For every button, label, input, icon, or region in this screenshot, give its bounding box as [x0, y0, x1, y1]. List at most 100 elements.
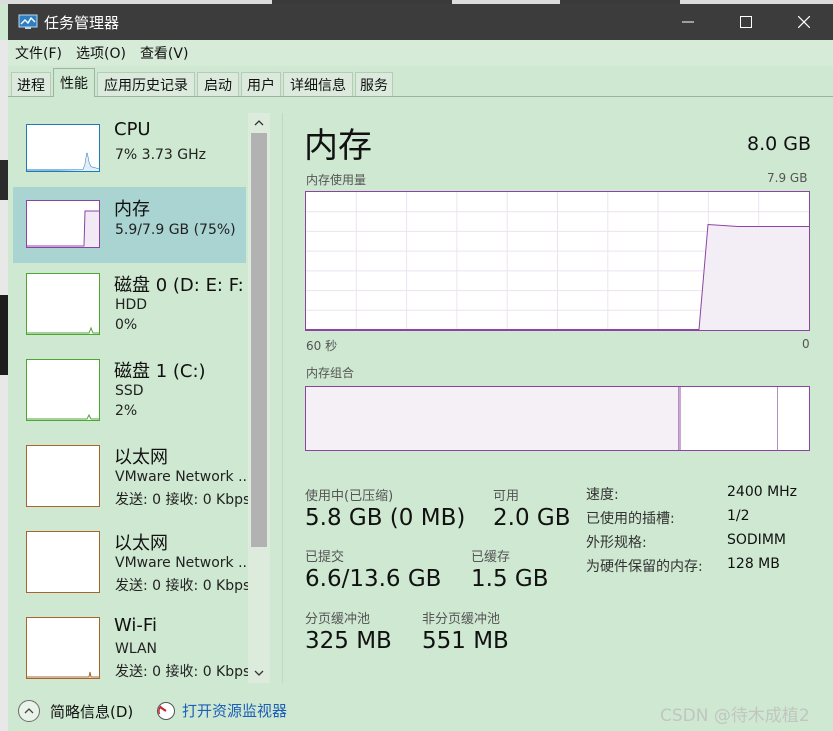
sidebar-item-detail: WLAN [115, 641, 158, 657]
desktop-fragment [0, 160, 8, 200]
memory-thumbnail [26, 200, 100, 248]
sidebar-item-detail: 7% 3.73 GHz [115, 147, 207, 163]
page-title: 内存 [304, 126, 372, 166]
sidebar-item-detail: 0% [115, 317, 138, 333]
composition-label: 内存组合 [306, 366, 355, 380]
menu-bar: 文件(F) 选项(O) 查看(V) [8, 40, 833, 66]
menu-view[interactable]: 查看(V) [133, 43, 196, 63]
nonpaged-pool-label: 非分页缓冲池 [422, 612, 501, 627]
menu-file[interactable]: 文件(F) [8, 43, 69, 63]
tab-services[interactable]: 服务 [355, 72, 393, 96]
disk-0-thumbnail [26, 273, 100, 335]
sidebar-item-disk-1[interactable]: 磁盘 1 (C:) SSD 2% [13, 349, 246, 425]
sidebar-item-detail: 发送: 0 接收: 0 Kbps [115, 492, 249, 508]
chevron-down-icon [254, 670, 264, 676]
close-icon [798, 16, 810, 28]
sidebar-item-title: 磁盘 0 (D: E: F: [114, 275, 244, 296]
maximize-icon [740, 16, 752, 28]
spec-speed-value: 2400 MHz [727, 484, 798, 500]
sidebar-item-cpu[interactable]: CPU 7% 3.73 GHz [13, 111, 246, 187]
sidebar-scrollbar[interactable] [248, 113, 270, 683]
window-title: 任务管理器 [44, 13, 120, 32]
footer-bar: 简略信息(D) 打开资源监视器 CSDN @待木成植2 [8, 696, 833, 731]
sidebar-item-ethernet[interactable]: 以太网 VMware Network ... 发送: 0 接收: 0 Kbps [13, 435, 249, 511]
spec-speed-label: 速度: [586, 487, 619, 503]
composition-in-use [306, 387, 679, 450]
resource-monitor-icon [157, 701, 175, 720]
sidebar-item-title: 内存 [114, 199, 150, 220]
menu-options[interactable]: 选项(O) [69, 43, 133, 63]
tab-details[interactable]: 详细信息 [283, 72, 353, 96]
time-axis-left: 60 秒 [306, 339, 338, 353]
watermark: CSDN @待木成植2 [660, 706, 810, 726]
fewer-details-label: 简略信息(D) [50, 702, 134, 721]
fewer-details-button[interactable]: 简略信息(D) [18, 700, 133, 722]
open-resource-monitor-label: 打开资源监视器 [182, 702, 288, 720]
committed-label: 已提交 [305, 550, 345, 565]
usage-area [699, 224, 809, 330]
tab-performance[interactable]: 性能 [53, 68, 95, 97]
scroll-down-button[interactable] [248, 663, 270, 683]
sidebar-item-wifi[interactable]: Wi-Fi WLAN 发送: 0 接收: 0 Kbps [13, 607, 249, 683]
scroll-up-button[interactable] [248, 113, 270, 133]
sidebar-item-detail: SSD [115, 383, 144, 399]
sidebar-item-title: 磁盘 1 (C:) [114, 361, 206, 382]
open-resource-monitor-link[interactable]: 打开资源监视器 [156, 700, 287, 721]
available-label: 可用 [493, 489, 520, 504]
tab-users[interactable]: 用户 [241, 72, 281, 96]
sidebar-item-title: Wi-Fi [114, 615, 157, 636]
sidebar-item-detail: VMware Network ... [115, 469, 249, 485]
available-value: 2.0 GB [493, 505, 571, 531]
sidebar-item-memory[interactable]: 内存 5.9/7.9 GB (75%) [13, 187, 246, 263]
time-axis-right: 0 [802, 337, 810, 351]
desktop-fragment [0, 295, 8, 375]
resource-list-viewport: CPU 7% 3.73 GHz 内存 5.9/7.9 GB (75%) 磁盘 0… [8, 111, 249, 683]
minimize-button[interactable] [659, 4, 717, 40]
sidebar-item-detail: HDD [115, 297, 148, 313]
spec-reserved-value: 128 MB [727, 556, 780, 572]
in-use-value: 5.8 GB (0 MB) [305, 505, 466, 531]
nonpaged-pool-value: 551 MB [422, 628, 509, 654]
maximize-button[interactable] [717, 4, 775, 40]
minimize-icon [682, 21, 694, 23]
close-button[interactable] [775, 4, 833, 40]
sidebar-item-ethernet[interactable]: 以太网 VMware Network ... 发送: 0 接收: 0 Kbps [13, 521, 249, 597]
usage-graph-max: 7.9 GB [767, 171, 808, 185]
sidebar-item-detail: VMware Network ... [115, 555, 249, 571]
disk-1-thumbnail [26, 359, 100, 421]
sidebar-item-title: CPU [114, 119, 151, 140]
sidebar-item-detail: 发送: 0 接收: 0 Kbps [115, 578, 249, 594]
memory-usage-graph [305, 191, 810, 331]
sidebar-item-title: 以太网 [114, 533, 168, 554]
spec-slots-value: 1/2 [727, 508, 750, 524]
chevron-up-circle-icon [18, 700, 40, 722]
cached-value: 1.5 GB [471, 566, 549, 592]
tab-startup[interactable]: 启动 [197, 72, 239, 96]
memory-usage-chart [306, 192, 809, 330]
chevron-up-icon [254, 120, 264, 126]
title-bar: 任务管理器 [8, 4, 833, 40]
cpu-thumbnail [26, 124, 100, 172]
cached-label: 已缓存 [471, 550, 511, 565]
tab-bar: 进程 性能 应用历史记录 启动 用户 详细信息 服务 [8, 66, 833, 97]
paged-pool-label: 分页缓冲池 [305, 612, 371, 627]
desktop-left-sliver [0, 40, 8, 731]
committed-value: 6.6/13.6 GB [305, 566, 442, 592]
scroll-thumb[interactable] [251, 133, 267, 547]
tab-processes[interactable]: 进程 [11, 72, 51, 96]
ethernet-thumbnail [26, 531, 100, 593]
panel-divider [282, 113, 283, 683]
sidebar-item-disk-0[interactable]: 磁盘 0 (D: E: F: HDD 0% [13, 263, 246, 339]
composition-modified [679, 387, 681, 450]
task-manager-icon [18, 14, 38, 29]
wifi-thumbnail [26, 617, 100, 679]
in-use-label: 使用中(已压缩) [305, 489, 394, 504]
spec-form-factor-value: SODIMM [727, 532, 786, 548]
sidebar-item-detail: 发送: 0 接收: 0 Kbps [115, 664, 249, 680]
total-memory: 8.0 GB [747, 133, 812, 155]
tab-app-history[interactable]: 应用历史记录 [97, 72, 195, 96]
spec-reserved-label: 为硬件保留的内存: [586, 559, 703, 575]
memory-composition-bar [305, 386, 810, 451]
sidebar-item-detail: 2% [115, 403, 138, 419]
spec-slots-label: 已使用的插槽: [586, 511, 675, 527]
